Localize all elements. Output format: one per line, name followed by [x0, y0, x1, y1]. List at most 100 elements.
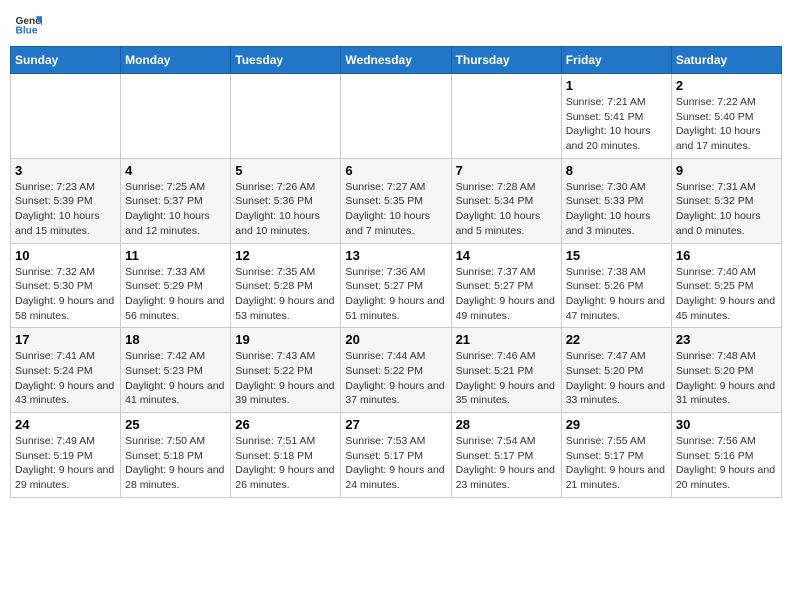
day-info: Sunrise: 7:54 AMSunset: 5:17 PMDaylight:… — [456, 434, 557, 493]
day-info: Sunrise: 7:36 AMSunset: 5:27 PMDaylight:… — [345, 265, 446, 324]
calendar-week-row: 24Sunrise: 7:49 AMSunset: 5:19 PMDayligh… — [11, 413, 782, 498]
day-info: Sunrise: 7:21 AMSunset: 5:41 PMDaylight:… — [566, 95, 667, 154]
calendar-cell: 17 Sunrise: 7:41 AMSunset: 5:24 PMDayligh… — [11, 328, 121, 413]
day-info: Sunrise: 7:40 AMSunset: 5:25 PMDaylight:… — [676, 265, 777, 324]
calendar-cell — [121, 74, 231, 159]
calendar-cell: 23 Sunrise: 7:48 AMSunset: 5:20 PMDayligh… — [671, 328, 781, 413]
calendar-cell: 11Sunrise: 7:33 AMSunset: 5:29 PMDayligh… — [121, 243, 231, 328]
day-number: 7 — [456, 163, 557, 178]
day-info: Sunrise: 7:51 AMSunset: 5:18 PMDaylight:… — [235, 434, 336, 493]
day-info: Sunrise: 7:22 AMSunset: 5:40 PMDaylight:… — [676, 95, 777, 154]
day-of-week-header: Thursday — [451, 47, 561, 74]
calendar-cell: 22 Sunrise: 7:47 AMSunset: 5:20 PMDayligh… — [561, 328, 671, 413]
calendar-cell: 24Sunrise: 7:49 AMSunset: 5:19 PMDayligh… — [11, 413, 121, 498]
day-of-week-header: Saturday — [671, 47, 781, 74]
day-number: 2 — [676, 78, 777, 93]
day-of-week-header: Wednesday — [341, 47, 451, 74]
calendar-week-row: 17 Sunrise: 7:41 AMSunset: 5:24 PMDayligh… — [11, 328, 782, 413]
day-of-week-header: Monday — [121, 47, 231, 74]
day-number: 17 — [15, 332, 116, 347]
day-info: Sunrise: 7:30 AMSunset: 5:33 PMDaylight:… — [566, 180, 667, 239]
day-number: 21 — [456, 332, 557, 347]
day-info: Sunrise: 7:33 AMSunset: 5:29 PMDaylight:… — [125, 265, 226, 324]
logo: General Blue — [14, 10, 46, 38]
day-info: Sunrise: 7:28 AMSunset: 5:34 PMDaylight:… — [456, 180, 557, 239]
calendar-cell: 5 Sunrise: 7:26 AMSunset: 5:36 PMDaylight… — [231, 158, 341, 243]
day-info: Sunrise: 7:44 AMSunset: 5:22 PMDaylight:… — [345, 349, 446, 408]
day-number: 30 — [676, 417, 777, 432]
calendar: SundayMondayTuesdayWednesdayThursdayFrid… — [10, 46, 782, 498]
day-info: Sunrise: 7:50 AMSunset: 5:18 PMDaylight:… — [125, 434, 226, 493]
day-number: 20 — [345, 332, 446, 347]
day-number: 23 — [676, 332, 777, 347]
calendar-week-row: 10 Sunrise: 7:32 AMSunset: 5:30 PMDayligh… — [11, 243, 782, 328]
day-number: 15 — [566, 248, 667, 263]
day-info: Sunrise: 7:55 AMSunset: 5:17 PMDaylight:… — [566, 434, 667, 493]
day-info: Sunrise: 7:32 AMSunset: 5:30 PMDaylight:… — [15, 265, 116, 324]
calendar-cell: 8 Sunrise: 7:30 AMSunset: 5:33 PMDaylight… — [561, 158, 671, 243]
day-number: 22 — [566, 332, 667, 347]
calendar-cell: 21 Sunrise: 7:46 AMSunset: 5:21 PMDayligh… — [451, 328, 561, 413]
calendar-cell: 19Sunrise: 7:43 AMSunset: 5:22 PMDayligh… — [231, 328, 341, 413]
calendar-cell — [231, 74, 341, 159]
calendar-cell — [341, 74, 451, 159]
calendar-cell: 12Sunrise: 7:35 AMSunset: 5:28 PMDayligh… — [231, 243, 341, 328]
calendar-cell: 7 Sunrise: 7:28 AMSunset: 5:34 PMDaylight… — [451, 158, 561, 243]
day-info: Sunrise: 7:41 AMSunset: 5:24 PMDaylight:… — [15, 349, 116, 408]
day-of-week-header: Tuesday — [231, 47, 341, 74]
calendar-cell: 10 Sunrise: 7:32 AMSunset: 5:30 PMDayligh… — [11, 243, 121, 328]
day-info: Sunrise: 7:27 AMSunset: 5:35 PMDaylight:… — [345, 180, 446, 239]
calendar-cell: 20 Sunrise: 7:44 AMSunset: 5:22 PMDayligh… — [341, 328, 451, 413]
calendar-cell: 30 Sunrise: 7:56 AMSunset: 5:16 PMDayligh… — [671, 413, 781, 498]
day-number: 1 — [566, 78, 667, 93]
day-info: Sunrise: 7:48 AMSunset: 5:20 PMDaylight:… — [676, 349, 777, 408]
calendar-cell: 25 Sunrise: 7:50 AMSunset: 5:18 PMDayligh… — [121, 413, 231, 498]
calendar-cell: 16Sunrise: 7:40 AMSunset: 5:25 PMDayligh… — [671, 243, 781, 328]
day-number: 5 — [235, 163, 336, 178]
day-info: Sunrise: 7:42 AMSunset: 5:23 PMDaylight:… — [125, 349, 226, 408]
calendar-cell: 13 Sunrise: 7:36 AMSunset: 5:27 PMDayligh… — [341, 243, 451, 328]
calendar-cell: 18 Sunrise: 7:42 AMSunset: 5:23 PMDayligh… — [121, 328, 231, 413]
day-info: Sunrise: 7:53 AMSunset: 5:17 PMDaylight:… — [345, 434, 446, 493]
calendar-week-row: 3 Sunrise: 7:23 AMSunset: 5:39 PMDaylight… — [11, 158, 782, 243]
day-of-week-header: Sunday — [11, 47, 121, 74]
day-info: Sunrise: 7:43 AMSunset: 5:22 PMDaylight:… — [235, 349, 336, 408]
calendar-cell: 1 Sunrise: 7:21 AMSunset: 5:41 PMDaylight… — [561, 74, 671, 159]
day-number: 29 — [566, 417, 667, 432]
day-number: 14 — [456, 248, 557, 263]
day-info: Sunrise: 7:46 AMSunset: 5:21 PMDaylight:… — [456, 349, 557, 408]
day-number: 13 — [345, 248, 446, 263]
day-number: 27 — [345, 417, 446, 432]
day-info: Sunrise: 7:35 AMSunset: 5:28 PMDaylight:… — [235, 265, 336, 324]
day-number: 4 — [125, 163, 226, 178]
day-number: 8 — [566, 163, 667, 178]
calendar-header-row: SundayMondayTuesdayWednesdayThursdayFrid… — [11, 47, 782, 74]
day-number: 6 — [345, 163, 446, 178]
calendar-cell: 4 Sunrise: 7:25 AMSunset: 5:37 PMDaylight… — [121, 158, 231, 243]
day-number: 18 — [125, 332, 226, 347]
svg-text:Blue: Blue — [16, 25, 38, 36]
day-info: Sunrise: 7:26 AMSunset: 5:36 PMDaylight:… — [235, 180, 336, 239]
day-number: 9 — [676, 163, 777, 178]
day-number: 26 — [235, 417, 336, 432]
calendar-cell: 29 Sunrise: 7:55 AMSunset: 5:17 PMDayligh… — [561, 413, 671, 498]
day-info: Sunrise: 7:56 AMSunset: 5:16 PMDaylight:… — [676, 434, 777, 493]
day-info: Sunrise: 7:37 AMSunset: 5:27 PMDaylight:… — [456, 265, 557, 324]
calendar-cell: 15 Sunrise: 7:38 AMSunset: 5:26 PMDayligh… — [561, 243, 671, 328]
day-number: 3 — [15, 163, 116, 178]
day-number: 25 — [125, 417, 226, 432]
calendar-cell: 2 Sunrise: 7:22 AMSunset: 5:40 PMDaylight… — [671, 74, 781, 159]
logo-icon: General Blue — [14, 10, 42, 38]
calendar-cell: 3 Sunrise: 7:23 AMSunset: 5:39 PMDaylight… — [11, 158, 121, 243]
day-info: Sunrise: 7:25 AMSunset: 5:37 PMDaylight:… — [125, 180, 226, 239]
day-info: Sunrise: 7:47 AMSunset: 5:20 PMDaylight:… — [566, 349, 667, 408]
day-info: Sunrise: 7:38 AMSunset: 5:26 PMDaylight:… — [566, 265, 667, 324]
day-number: 24 — [15, 417, 116, 432]
calendar-cell: 28 Sunrise: 7:54 AMSunset: 5:17 PMDayligh… — [451, 413, 561, 498]
calendar-cell: 14 Sunrise: 7:37 AMSunset: 5:27 PMDayligh… — [451, 243, 561, 328]
day-number: 10 — [15, 248, 116, 263]
day-info: Sunrise: 7:23 AMSunset: 5:39 PMDaylight:… — [15, 180, 116, 239]
calendar-cell: 27 Sunrise: 7:53 AMSunset: 5:17 PMDayligh… — [341, 413, 451, 498]
calendar-cell: 26 Sunrise: 7:51 AMSunset: 5:18 PMDayligh… — [231, 413, 341, 498]
day-number: 28 — [456, 417, 557, 432]
